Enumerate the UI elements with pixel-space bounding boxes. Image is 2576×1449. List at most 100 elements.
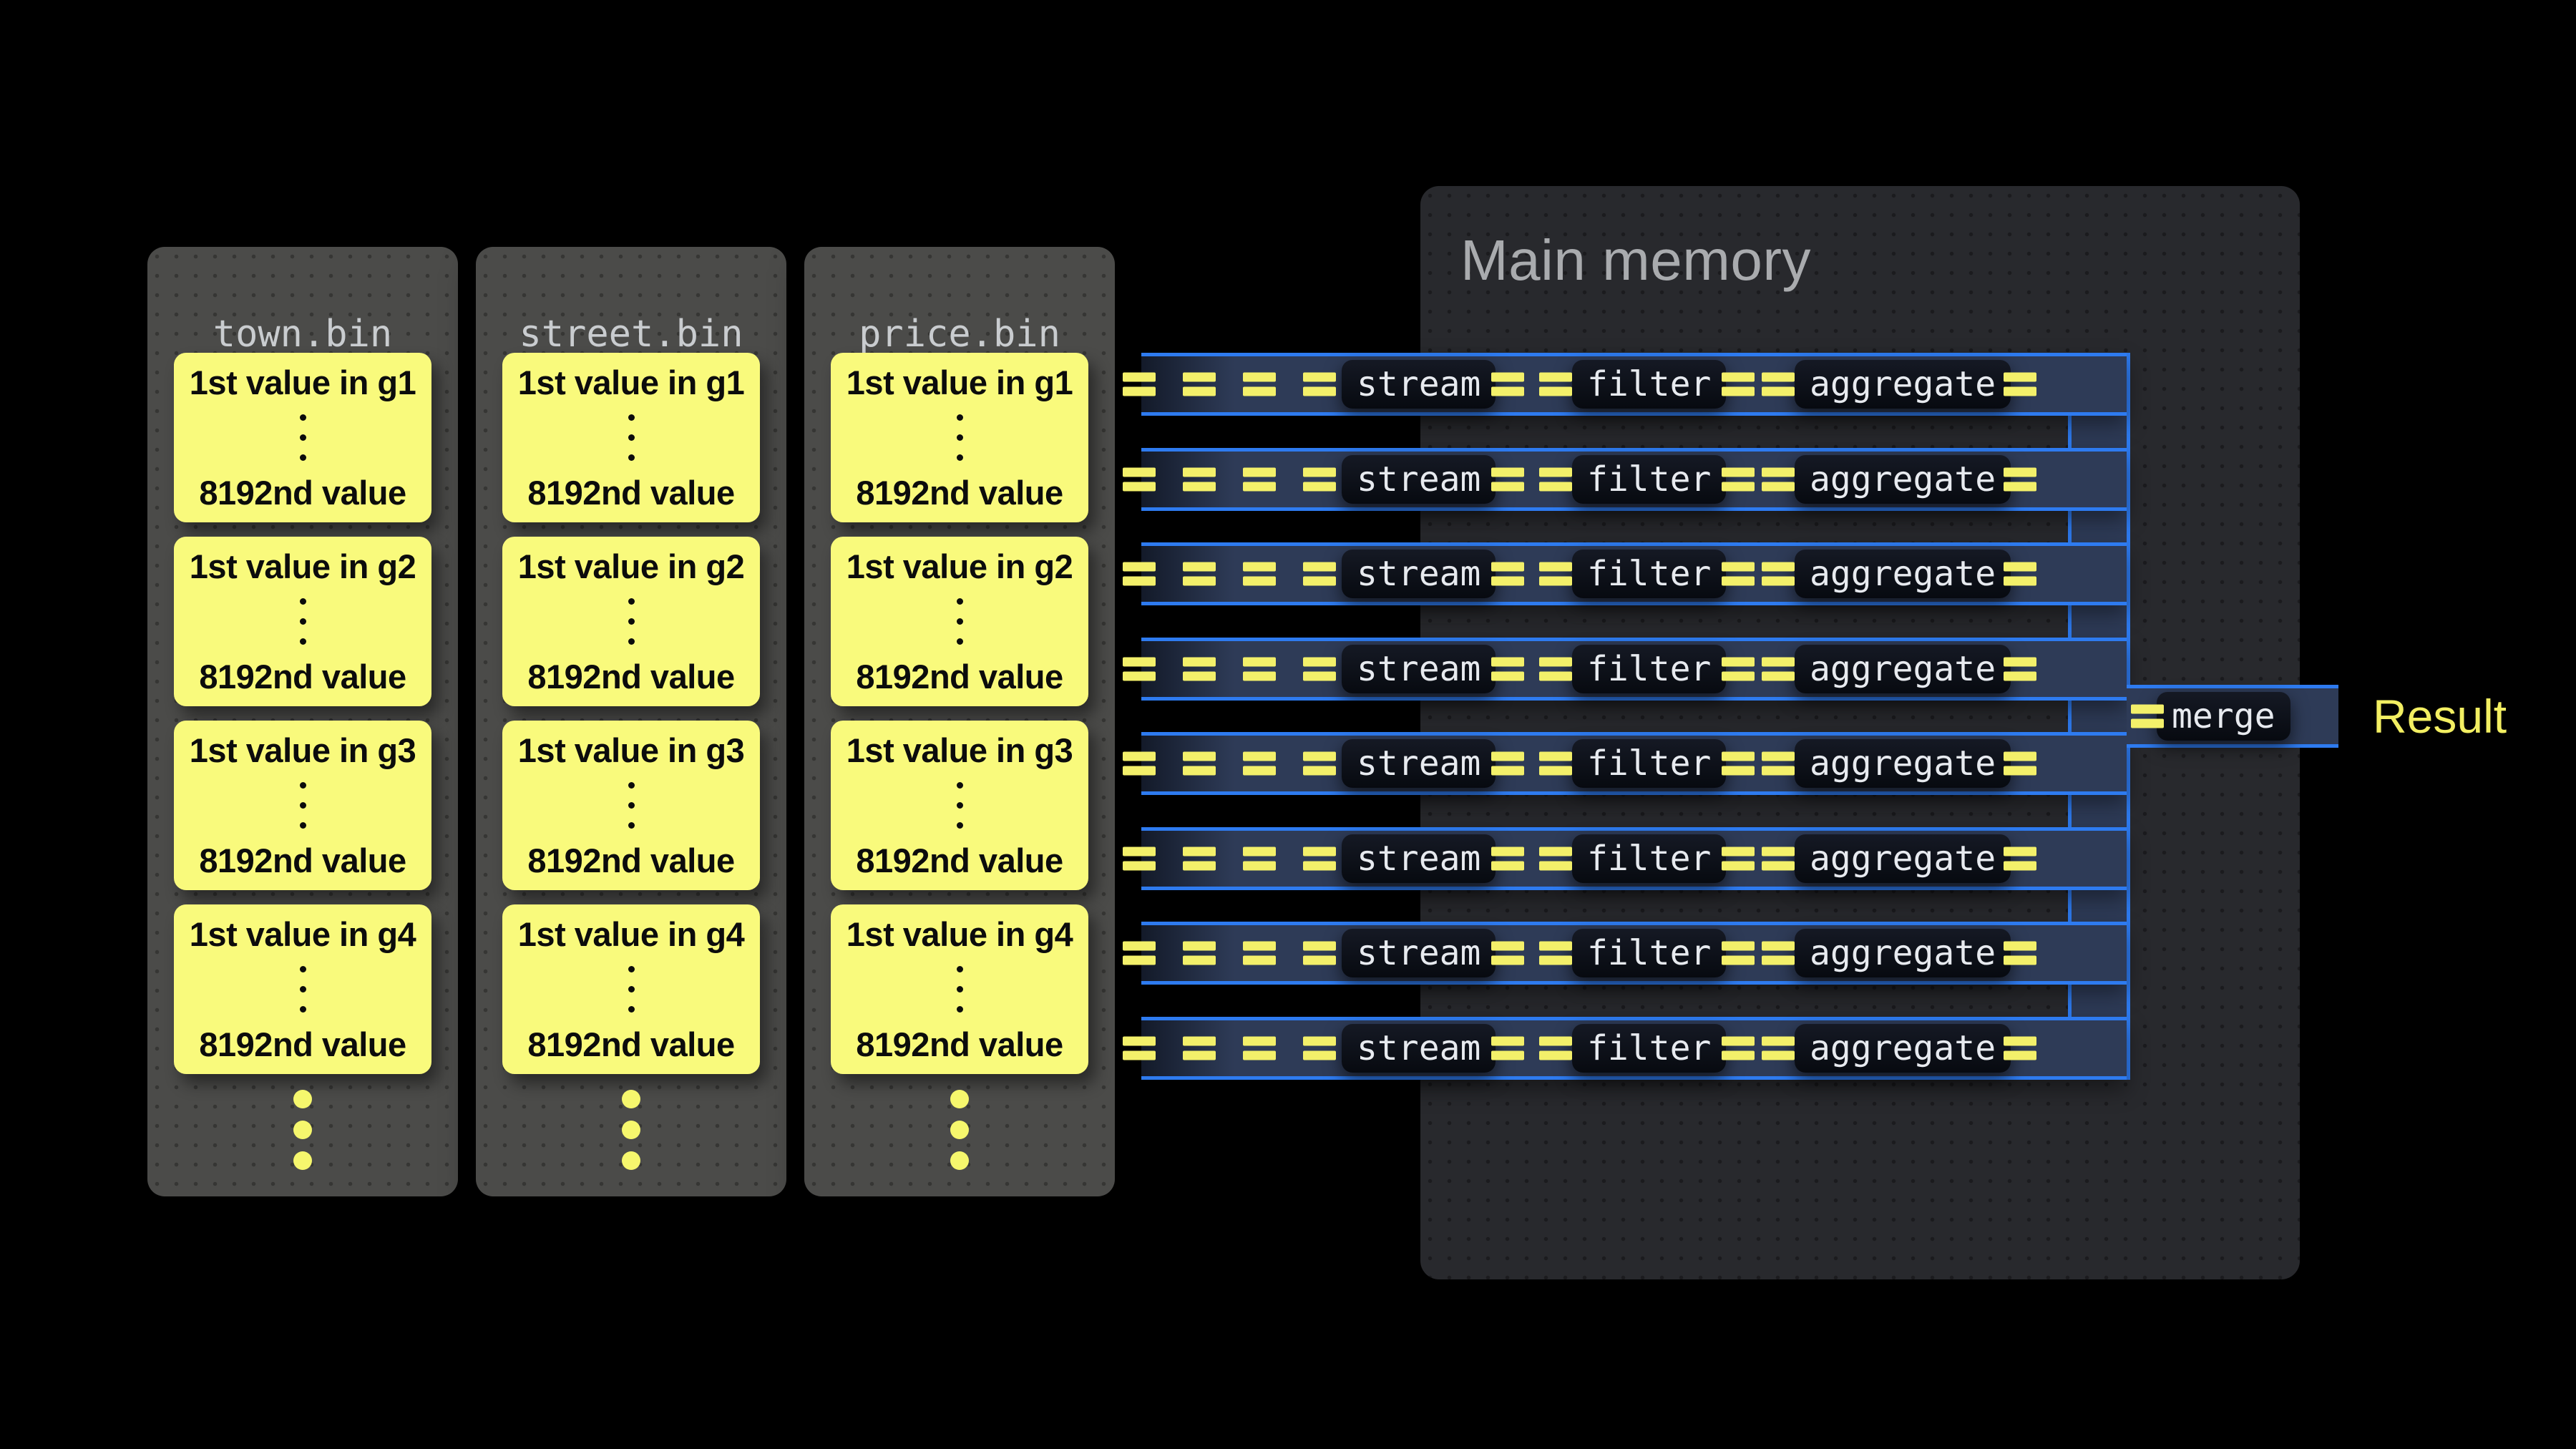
equals-flow-icon — [1539, 847, 1572, 871]
granule-first-value: 1st value in g2 — [190, 547, 416, 586]
stage-chip-stream: stream — [1342, 550, 1496, 598]
equals-flow-icon — [1123, 1037, 1156, 1060]
equals-flow-icon — [1539, 373, 1572, 396]
granule-last-value: 8192nd value — [856, 473, 1063, 512]
pipeline-row: streamfilteraggregate — [1141, 1017, 2127, 1080]
granule-first-value: 1st value in g1 — [847, 363, 1073, 402]
equals-flow-icon — [1722, 373, 1755, 396]
equals-flow-icon — [1243, 942, 1276, 965]
granule-block: 1st value in g1 8192nd value — [831, 353, 1088, 522]
granule-last-value: 8192nd value — [527, 657, 734, 696]
stage-chip-aggregate: aggregate — [1795, 739, 2011, 788]
equals-flow-icon — [1722, 847, 1755, 871]
equals-flow-icon — [1123, 752, 1156, 776]
granule-block: 1st value in g48192nd value — [502, 904, 760, 1074]
pipeline-row: streamfilteraggregate — [1141, 353, 2127, 416]
more-granules-ellipsis-icon — [950, 1090, 969, 1170]
equals-flow-icon — [1303, 752, 1336, 776]
vertical-ellipsis-icon — [628, 598, 635, 645]
equals-flow-icon — [1243, 373, 1276, 396]
granule-block-list: 1st value in g18192nd value1st value in … — [502, 353, 760, 1088]
equals-flow-icon — [1539, 658, 1572, 681]
stage-chip-stream: stream — [1342, 929, 1496, 977]
equals-flow-icon — [1762, 752, 1795, 776]
stage-chip-filter: filter — [1572, 550, 1726, 598]
equals-flow-icon — [1243, 847, 1276, 871]
granule-block: 1st value in g48192nd value — [831, 904, 1088, 1074]
equals-flow-icon — [1539, 562, 1572, 586]
granule-block: 1st value in g38192nd value — [831, 721, 1088, 890]
stage-chip-merge: merge — [2157, 692, 2290, 741]
pipeline-row: streamfilteraggregate — [1141, 922, 2127, 985]
equals-flow-icon — [1183, 752, 1216, 776]
equals-flow-icon — [1183, 847, 1216, 871]
equals-flow-icon — [1762, 942, 1795, 965]
equals-flow-icon — [1303, 942, 1336, 965]
vertical-ellipsis-icon — [957, 414, 963, 461]
equals-flow-icon — [2004, 942, 2036, 965]
merge-row: merge — [2127, 685, 2338, 748]
equals-flow-icon — [1491, 373, 1524, 396]
equals-flow-icon — [1762, 658, 1795, 681]
file-column-card: town.bin1st value in g18192nd value1st v… — [147, 247, 458, 1196]
equals-flow-icon — [1539, 752, 1572, 776]
equals-flow-icon — [2004, 1037, 2036, 1060]
stage-chip-filter: filter — [1572, 1024, 1726, 1073]
vertical-ellipsis-icon — [300, 782, 306, 829]
stage-chip-aggregate: aggregate — [1795, 455, 2011, 504]
equals-flow-icon — [2004, 468, 2036, 492]
equals-flow-icon — [1183, 1037, 1216, 1060]
granule-last-value: 8192nd value — [527, 841, 734, 880]
stage-chip-filter: filter — [1572, 929, 1726, 977]
equals-flow-icon — [1243, 752, 1276, 776]
pipeline-row: streamfilteraggregate — [1141, 827, 2127, 890]
equals-flow-icon — [1762, 1037, 1795, 1060]
equals-flow-icon — [1123, 847, 1156, 871]
stage-chip-stream: stream — [1342, 455, 1496, 504]
vertical-ellipsis-icon — [957, 782, 963, 829]
equals-flow-icon — [1303, 658, 1336, 681]
granule-block: 1st value in g1 8192nd value — [174, 353, 431, 522]
equals-flow-icon — [1722, 658, 1755, 681]
granule-block: 1st value in g28192nd value — [502, 537, 760, 706]
stage-chip-stream: stream — [1342, 645, 1496, 693]
stage-chip-filter: filter — [1572, 645, 1726, 693]
equals-flow-icon — [1303, 562, 1336, 586]
file-column-title: street.bin — [476, 313, 786, 356]
granule-last-value: 8192nd value — [199, 1025, 406, 1064]
stage-chip-filter: filter — [1572, 455, 1726, 504]
equals-flow-icon — [1491, 942, 1524, 965]
granule-last-value: 8192nd value — [199, 657, 406, 696]
equals-flow-icon — [2004, 658, 2036, 681]
stage-chip-filter: filter — [1572, 834, 1726, 883]
granule-block-list: 1st value in g18192nd value1st value in … — [174, 353, 431, 1088]
equals-flow-icon — [1491, 752, 1524, 776]
granule-last-value: 8192nd value — [199, 841, 406, 880]
equals-flow-icon — [1123, 942, 1156, 965]
vertical-ellipsis-icon — [300, 598, 306, 645]
equals-flow-icon — [2004, 562, 2036, 586]
more-granules-ellipsis-icon — [293, 1090, 312, 1170]
equals-flow-icon — [1243, 562, 1276, 586]
granule-block: 1st value in g38192nd value — [502, 721, 760, 890]
granule-block: 1st value in g2 8192nd value — [174, 537, 431, 706]
granule-last-value: 8192nd value — [856, 657, 1063, 696]
equals-flow-icon — [1183, 468, 1216, 492]
equals-flow-icon — [2131, 705, 2164, 728]
granule-last-value: 8192nd value — [199, 473, 406, 512]
vertical-ellipsis-icon — [957, 598, 963, 645]
equals-flow-icon — [1539, 1037, 1572, 1060]
equals-flow-icon — [1762, 847, 1795, 871]
stage-chip-aggregate: aggregate — [1795, 834, 2011, 883]
stage-chip-aggregate: aggregate — [1795, 550, 2011, 598]
equals-flow-icon — [1762, 562, 1795, 586]
equals-flow-icon — [1303, 373, 1336, 396]
stage-chip-aggregate: aggregate — [1795, 360, 2011, 409]
equals-flow-icon — [1722, 468, 1755, 492]
file-column-card: street.bin1st value in g18192nd value1st… — [476, 247, 786, 1196]
granule-last-value: 8192nd value — [527, 473, 734, 512]
equals-flow-icon — [1762, 468, 1795, 492]
vertical-ellipsis-icon — [957, 966, 963, 1013]
granule-first-value: 1st value in g1 — [190, 363, 416, 402]
equals-flow-icon — [1539, 468, 1572, 492]
